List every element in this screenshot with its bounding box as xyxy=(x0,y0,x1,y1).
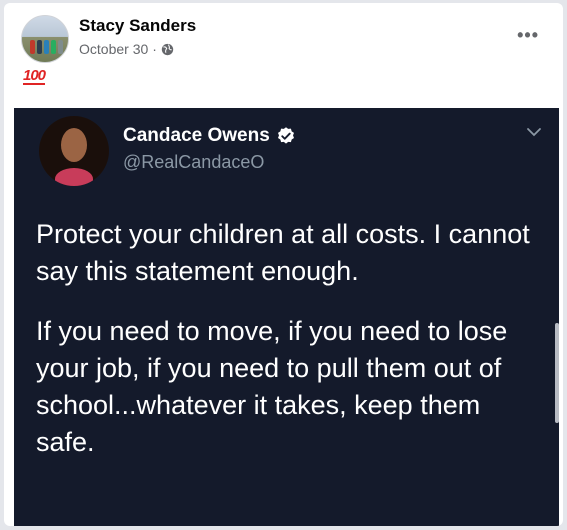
avatar-figure xyxy=(51,40,56,54)
post-header: Stacy Sanders October 30 · ••• 100 xyxy=(4,3,563,103)
avatar-face xyxy=(61,128,87,162)
chevron-down-icon xyxy=(527,128,541,137)
avatar-figure xyxy=(44,40,49,54)
avatar-figure xyxy=(37,40,42,54)
hundred-points-emoji: 100 xyxy=(23,67,46,85)
tweet-avatar xyxy=(39,116,109,186)
author-avatar[interactable] xyxy=(21,15,69,63)
verified-badge-icon xyxy=(277,127,294,144)
scrollbar[interactable] xyxy=(555,323,559,423)
avatar-figure xyxy=(30,40,35,54)
tweet-handle: @RealCandaceO xyxy=(123,152,265,172)
meta-separator: · xyxy=(152,41,157,57)
avatar-figure xyxy=(58,40,63,54)
tweet-screenshot-image[interactable]: Candace Owens @RealCandaceO Protect your… xyxy=(14,108,559,526)
facebook-post: Stacy Sanders October 30 · ••• 100 Canda… xyxy=(4,3,563,526)
tweet-paragraph-2: If you need to move, if you need to lose… xyxy=(36,316,508,457)
post-meta: October 30 · xyxy=(79,41,174,57)
post-date[interactable]: October 30 xyxy=(79,41,148,57)
tweet-author-name-text: Candace Owens xyxy=(123,125,270,146)
author-name[interactable]: Stacy Sanders xyxy=(79,16,196,36)
tweet-author-name: Candace Owens xyxy=(123,125,296,147)
globe-icon[interactable] xyxy=(161,43,174,56)
tweet-paragraph-1: Protect your children at all costs. I ca… xyxy=(36,219,530,286)
avatar-shirt xyxy=(55,168,93,186)
more-options-button[interactable]: ••• xyxy=(517,25,539,46)
